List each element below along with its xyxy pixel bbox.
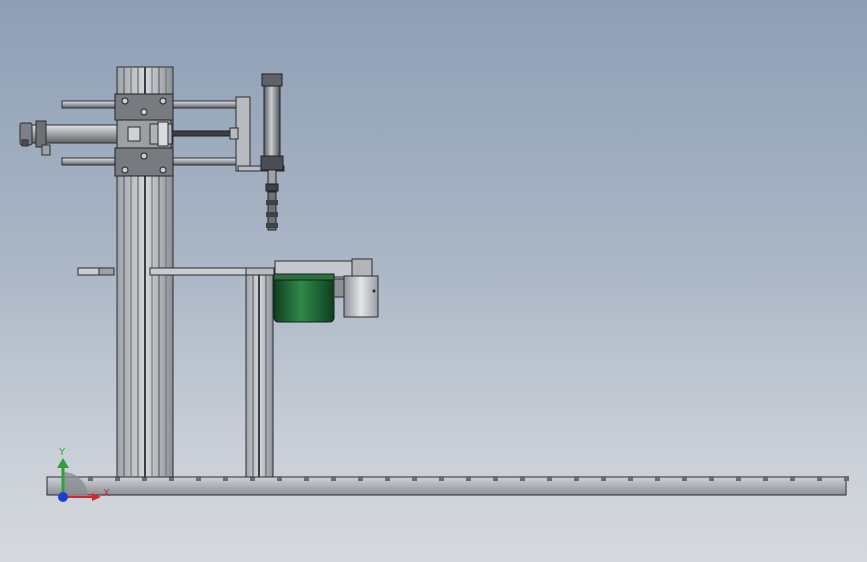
motor-unit <box>273 258 379 323</box>
rail-slot <box>358 476 363 481</box>
rail-slot <box>412 476 417 481</box>
rail-slot <box>709 476 714 481</box>
rail-slot <box>331 476 336 481</box>
rail-slot <box>736 476 741 481</box>
vertical-cylinder <box>260 73 284 231</box>
rail-slot <box>304 476 309 481</box>
rail-slot <box>790 476 795 481</box>
coordinate-triad: Y X <box>57 447 110 502</box>
cad-viewport[interactable]: Y X <box>0 0 867 562</box>
rail-slot <box>520 476 525 481</box>
rail-slot <box>601 476 606 481</box>
assembly-drawing: Y X <box>19 66 849 502</box>
rail-slot <box>466 476 471 481</box>
rail-slot <box>817 476 822 481</box>
rail-slot <box>628 476 633 481</box>
support-arm <box>77 267 275 276</box>
rail-slot <box>655 476 660 481</box>
rail-slot <box>196 476 201 481</box>
rail-slot <box>385 476 390 481</box>
y-axis-label: Y <box>58 447 66 458</box>
slide-block <box>114 93 174 177</box>
x-axis-label: X <box>103 488 110 499</box>
rail-slot <box>223 476 228 481</box>
secondary-column <box>245 274 274 478</box>
z-axis-dot <box>58 492 68 502</box>
rail-slot <box>439 476 444 481</box>
rail-slot <box>277 476 282 481</box>
rail-slot <box>682 476 687 481</box>
rail-slot <box>574 476 579 481</box>
rail-slot <box>763 476 768 481</box>
rail-slot <box>844 476 849 481</box>
rail-slot <box>493 476 498 481</box>
rail-slot <box>547 476 552 481</box>
rail-slot <box>88 476 93 481</box>
base-rail <box>46 476 849 496</box>
